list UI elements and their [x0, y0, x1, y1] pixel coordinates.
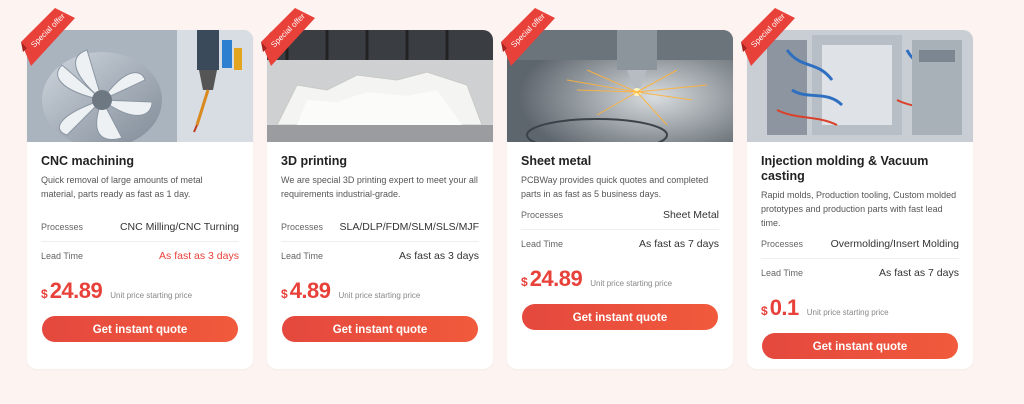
service-card-sheet-metal[interactable]: Special offer Sheet metal PCBWay provide…	[501, 8, 733, 369]
price-note: Unit price starting price	[590, 279, 673, 288]
lead-time-row: Lead Time As fast as 7 days	[761, 259, 959, 287]
lead-time-label: Lead Time	[761, 268, 804, 278]
processes-label: Processes	[41, 222, 84, 232]
currency-symbol: $	[761, 304, 768, 318]
currency-symbol: $	[521, 275, 528, 289]
get-instant-quote-button[interactable]: Get instant quote	[522, 304, 718, 330]
service-card-cnc[interactable]: Special offer CNC machining Quick remova…	[21, 8, 253, 369]
processes-value: Sheet Metal	[662, 209, 719, 221]
price-value: 24.89	[529, 266, 583, 291]
lead-time-row: Lead Time As fast as 7 days	[521, 230, 719, 258]
price-value: 0.1	[769, 295, 800, 320]
processes-label: Processes	[521, 210, 564, 220]
price-line: $ 0.1 Unit price starting price	[761, 295, 959, 327]
lead-time-row: Lead Time As fast as 3 days	[41, 242, 239, 270]
lead-time-value: As fast as 3 days	[159, 250, 239, 262]
card-description: Quick removal of large amounts of metal …	[41, 175, 203, 199]
special-offer-ribbon: Special offer	[261, 8, 315, 66]
price-note: Unit price starting price	[110, 291, 193, 300]
special-offer-ribbon: Special offer	[21, 8, 75, 66]
card-description: We are special 3D printing expert to mee…	[281, 175, 478, 199]
lead-time-label: Lead Time	[281, 251, 324, 261]
lead-time-label: Lead Time	[41, 251, 84, 261]
processes-row: Processes SLA/DLP/FDM/SLM/SLS/MJF	[281, 213, 479, 241]
lead-time-label: Lead Time	[521, 239, 564, 249]
currency-symbol: $	[281, 287, 288, 301]
price-value: 4.89	[289, 278, 331, 303]
price-note: Unit price starting price	[338, 291, 421, 300]
processes-value: Overmolding/Insert Molding	[830, 238, 959, 250]
processes-value: SLA/DLP/FDM/SLM/SLS/MJF	[339, 221, 479, 233]
lead-time-row: Lead Time As fast as 3 days	[281, 242, 479, 270]
currency-symbol: $	[41, 287, 48, 301]
card-title: Sheet metal	[521, 154, 592, 168]
price-line: $ 4.89 Unit price starting price	[281, 278, 479, 310]
card-title: Injection molding & Vacuum casting	[761, 154, 929, 183]
processes-row: Processes Overmolding/Insert Molding	[761, 230, 959, 258]
get-instant-quote-button[interactable]: Get instant quote	[42, 316, 238, 342]
special-offer-ribbon: Special offer	[501, 8, 555, 66]
processes-label: Processes	[281, 222, 324, 232]
processes-row: Processes Sheet Metal	[521, 201, 719, 229]
price-line: $ 24.89 Unit price starting price	[41, 278, 239, 310]
card-title: CNC machining	[41, 154, 135, 168]
card-description: Rapid molds, Production tooling, Custom …	[761, 190, 957, 228]
processes-value: CNC Milling/CNC Turning	[119, 221, 239, 233]
price-value: 24.89	[49, 278, 103, 303]
lead-time-value: As fast as 7 days	[879, 267, 959, 279]
card-title: 3D printing	[281, 154, 347, 168]
processes-row: Processes CNC Milling/CNC Turning	[41, 213, 239, 241]
lead-time-value: As fast as 7 days	[639, 238, 719, 250]
price-line: $ 24.89 Unit price starting price	[521, 266, 719, 298]
card-description: PCBWay provides quick quotes and complet…	[521, 175, 709, 199]
processes-label: Processes	[761, 239, 804, 249]
lead-time-value: As fast as 3 days	[399, 250, 479, 262]
get-instant-quote-button[interactable]: Get instant quote	[282, 316, 478, 342]
service-card-injection-molding[interactable]: Special offer Injection molding & Vacuum…	[741, 8, 973, 369]
get-instant-quote-button[interactable]: Get instant quote	[762, 333, 958, 359]
service-card-3d-printing[interactable]: Special offer 3D printing We are special…	[261, 8, 493, 369]
price-note: Unit price starting price	[806, 308, 889, 317]
special-offer-ribbon: Special offer	[741, 8, 795, 66]
